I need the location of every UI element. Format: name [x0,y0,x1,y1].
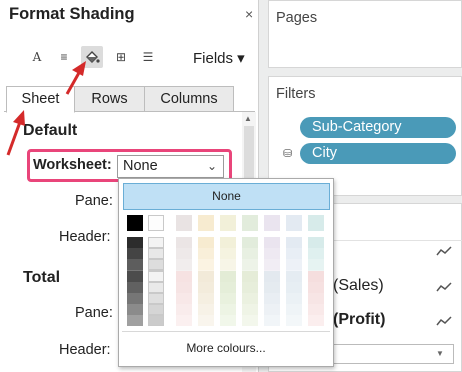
annotation-arrows [6,61,86,156]
